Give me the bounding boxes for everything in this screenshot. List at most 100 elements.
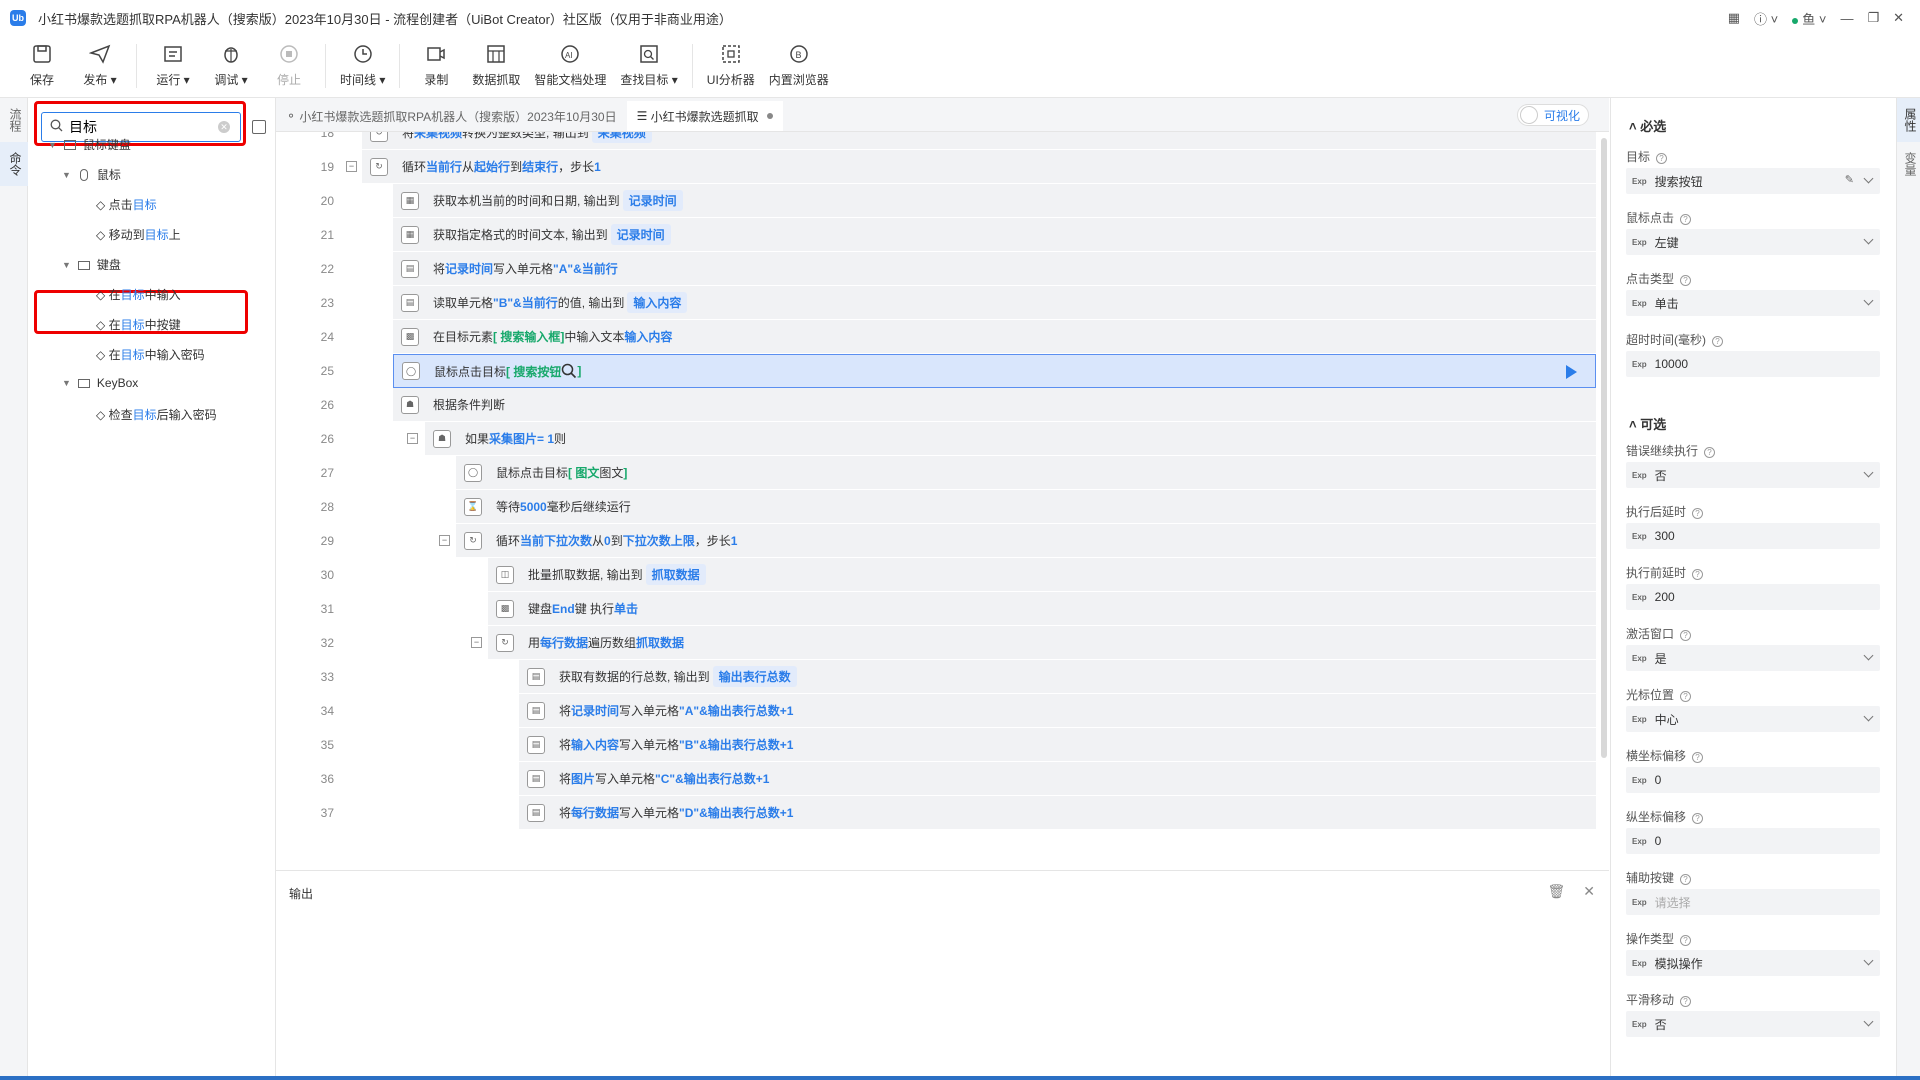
- trash-icon[interactable]: 🗑: [1547, 883, 1565, 900]
- code-row[interactable]: 30 ◫ 批量抓取数据, 输出到 抓取数据: [276, 558, 1596, 592]
- tree-item-check-target-password[interactable]: ◇ 检查 目标 后输入密码: [96, 406, 217, 423]
- code-row[interactable]: 34 ▤ 将 记录时间 写入单元格 "A"&输出表行总数+1: [276, 694, 1596, 728]
- code-block[interactable]: ▦ 获取本机当前的时间和日期, 输出到 记录时间: [393, 184, 1596, 218]
- section-required[interactable]: ˄ 必选: [1629, 116, 1666, 135]
- section-optional[interactable]: ˄ 可选: [1629, 414, 1666, 433]
- tab-block[interactable]: ☰ 小红书爆款选题抓取: [626, 101, 783, 131]
- code-block[interactable]: ▦ 获取指定格式的时间文本, 输出到 记录时间: [393, 218, 1596, 252]
- help-icon[interactable]: ⓘ ˅: [1754, 9, 1778, 28]
- stop-button[interactable]: 停止: [267, 36, 311, 88]
- tree-item-move-to-target[interactable]: ◇ 移动到 目标上: [96, 226, 181, 243]
- code-row[interactable]: 22 ▤ 将 记录时间 写入单元格 "A"&当前行: [276, 252, 1596, 286]
- code-block[interactable]: ↻ 循环 当前行 从 起始行 到 结束行 ，步长 1: [362, 150, 1596, 184]
- tab-property[interactable]: 属性: [1897, 98, 1920, 142]
- close-icon[interactable]: ✕: [1583, 883, 1595, 900]
- code-block[interactable]: ↻ 循环 当前下拉次数 从 0 到 下拉次数上限 ，步长 1: [456, 524, 1596, 558]
- publish-button[interactable]: 发布 ▾: [78, 36, 122, 88]
- tree-group-mouse-keyboard[interactable]: ▼ 鼠标键盘: [48, 136, 131, 153]
- debug-button[interactable]: 调试 ▾: [209, 36, 253, 88]
- code-row[interactable]: 36 ▤ 将 图片 写入单元格 "C"&输出表行总数+1: [276, 762, 1596, 796]
- code-block[interactable]: ▤ 将 输入内容 写入单元格 "B"&输出表行总数+1: [519, 728, 1596, 762]
- data-scrape-button[interactable]: 数据抓取: [472, 36, 520, 88]
- code-row[interactable]: 25 ◯ 鼠标点击目标 [ 搜索按钮 ]: [276, 354, 1596, 388]
- user-menu[interactable]: 鱼 ˅: [1792, 9, 1826, 28]
- tree-item-type-in-target[interactable]: ◇ 在目标 中输入: [96, 286, 181, 303]
- fold-toggle-icon[interactable]: −: [439, 535, 450, 546]
- code-row[interactable]: 35 ▤ 将 输入内容 写入单元格 "B"&输出表行总数+1: [276, 728, 1596, 762]
- collapse-all-icon[interactable]: [252, 120, 266, 134]
- tree-item-click-target[interactable]: ◇ 点击 目标: [96, 196, 157, 213]
- code-row[interactable]: 26 ☗ 根据条件判断: [276, 388, 1596, 422]
- tab-command[interactable]: 命令: [0, 142, 31, 186]
- code-block[interactable]: ▩ 在目标元素 [ 搜索输入框 ] 中输入文本 输入内容: [393, 320, 1596, 354]
- edit-icon[interactable]: ✎: [1845, 173, 1854, 186]
- tab-variable[interactable]: 变量: [1897, 142, 1920, 186]
- code-block[interactable]: ☗ 如果 采集图片 = 1 则: [425, 422, 1596, 456]
- code-row[interactable]: 29 − ↻ 循环 当前下拉次数 从 0 到 下拉次数上限 ，步长 1: [276, 524, 1596, 558]
- help-circle-icon[interactable]: ?: [1680, 214, 1692, 225]
- code-block[interactable]: ▤ 将 记录时间 写入单元格 "A"&当前行: [393, 252, 1596, 286]
- property-select[interactable]: Exp 左键: [1626, 229, 1880, 255]
- property-select[interactable]: Exp 模拟操作: [1626, 950, 1880, 976]
- help-circle-icon[interactable]: ?: [1656, 153, 1668, 164]
- code-row[interactable]: 21 ▦ 获取指定格式的时间文本, 输出到 记录时间: [276, 218, 1596, 252]
- code-block[interactable]: ▩ 键盘 End 键 执行 单击: [488, 592, 1596, 626]
- help-circle-icon[interactable]: ?: [1692, 569, 1704, 580]
- code-block[interactable]: ▤ 将 每行数据 写入单元格 "D"&输出表行总数+1: [519, 796, 1596, 830]
- code-row[interactable]: 20 ▦ 获取本机当前的时间和日期, 输出到 记录时间: [276, 184, 1596, 218]
- code-row[interactable]: 23 ▤ 读取单元格 "B"&当前行 的值, 输出到 输入内容: [276, 286, 1596, 320]
- code-row[interactable]: 19 − ↻ 循环 当前行 从 起始行 到 结束行 ，步长 1: [276, 150, 1596, 184]
- property-input[interactable]: Exp 10000: [1626, 351, 1880, 377]
- smart-doc-button[interactable]: AI 智能文档处理: [534, 36, 606, 88]
- help-circle-icon[interactable]: ?: [1680, 630, 1692, 641]
- code-row[interactable]: 18 ↻ 将 采集视频 转换为整数类型, 输出到 采集视频: [276, 132, 1596, 150]
- code-row[interactable]: 27 ◯ 鼠标点击目标 [ 图文 图文 ]: [276, 456, 1596, 490]
- code-block[interactable]: ▤ 获取有数据的行总数, 输出到 输出表行总数: [519, 660, 1596, 694]
- minimize-button[interactable]: —: [1840, 11, 1853, 26]
- visualize-toggle[interactable]: 可视化: [1516, 104, 1589, 126]
- code-block-selected[interactable]: ◯ 鼠标点击目标 [ 搜索按钮 ]: [393, 354, 1596, 388]
- property-select[interactable]: Exp 否: [1626, 462, 1880, 488]
- run-button[interactable]: 运行 ▾: [151, 36, 195, 88]
- property-select[interactable]: Exp 搜索按钮 ✎: [1626, 168, 1880, 194]
- code-block[interactable]: ▤ 将 记录时间 写入单元格 "A"&输出表行总数+1: [519, 694, 1596, 728]
- maximize-button[interactable]: ❐: [1867, 10, 1879, 26]
- code-row[interactable]: 31 ▩ 键盘 End 键 执行 单击: [276, 592, 1596, 626]
- builtin-browser-button[interactable]: B 内置浏览器: [769, 36, 829, 88]
- ui-analyzer-button[interactable]: UI分析器: [707, 36, 755, 88]
- help-circle-icon[interactable]: ?: [1680, 874, 1692, 885]
- tree-item-type-password-in-target[interactable]: ◇ 在目标 中输入密码: [96, 346, 205, 363]
- code-block[interactable]: ↻ 用 每行数据 遍历数组 抓取数据: [488, 626, 1596, 660]
- fold-toggle-icon[interactable]: −: [471, 637, 482, 648]
- fold-toggle-icon[interactable]: −: [407, 433, 418, 444]
- property-input[interactable]: Exp 请选择: [1626, 889, 1880, 915]
- help-circle-icon[interactable]: ?: [1680, 275, 1692, 286]
- code-row[interactable]: 37 ▤ 将 每行数据 写入单元格 "D"&输出表行总数+1: [276, 796, 1596, 830]
- help-circle-icon[interactable]: ?: [1680, 996, 1692, 1007]
- tab-flowchart[interactable]: ⚬ 小红书爆款选题抓取RPA机器人（搜索版）2023年10月30日: [276, 101, 627, 131]
- code-block[interactable]: ⌛ 等待 5000 毫秒后继续运行: [456, 490, 1596, 524]
- code-block[interactable]: ▤ 将 图片 写入单元格 "C"&输出表行总数+1: [519, 762, 1596, 796]
- editor-scrollbar[interactable]: [1601, 138, 1607, 758]
- property-input[interactable]: Exp 0: [1626, 767, 1880, 793]
- help-circle-icon[interactable]: ?: [1680, 691, 1692, 702]
- record-button[interactable]: 录制: [414, 36, 458, 88]
- help-circle-icon[interactable]: ?: [1692, 813, 1704, 824]
- code-row[interactable]: 33 ▤ 获取有数据的行总数, 输出到 输出表行总数: [276, 660, 1596, 694]
- tree-group-keyboard[interactable]: ▼ 键盘: [62, 256, 121, 273]
- code-block[interactable]: ◫ 批量抓取数据, 输出到 抓取数据: [488, 558, 1596, 592]
- code-block[interactable]: ↻ 将 采集视频 转换为整数类型, 输出到 采集视频: [362, 132, 1596, 150]
- tree-group-keybox[interactable]: ▼ KeyBox: [62, 376, 138, 390]
- grid-icon[interactable]: ▦: [1728, 10, 1740, 26]
- property-input[interactable]: Exp 0: [1626, 828, 1880, 854]
- help-circle-icon[interactable]: ?: [1680, 935, 1692, 946]
- code-block[interactable]: ◯ 鼠标点击目标 [ 图文 图文 ]: [456, 456, 1596, 490]
- code-row[interactable]: 28 ⌛ 等待 5000 毫秒后继续运行: [276, 490, 1596, 524]
- property-select[interactable]: Exp 中心: [1626, 706, 1880, 732]
- help-circle-icon[interactable]: ?: [1712, 336, 1723, 347]
- property-select[interactable]: Exp 否: [1626, 1011, 1880, 1037]
- find-target-button[interactable]: 查找目标 ▾: [620, 36, 678, 88]
- code-block[interactable]: ☗ 根据条件判断: [393, 388, 1596, 422]
- tab-flow[interactable]: 流程: [0, 98, 31, 142]
- property-select[interactable]: Exp 是: [1626, 645, 1880, 671]
